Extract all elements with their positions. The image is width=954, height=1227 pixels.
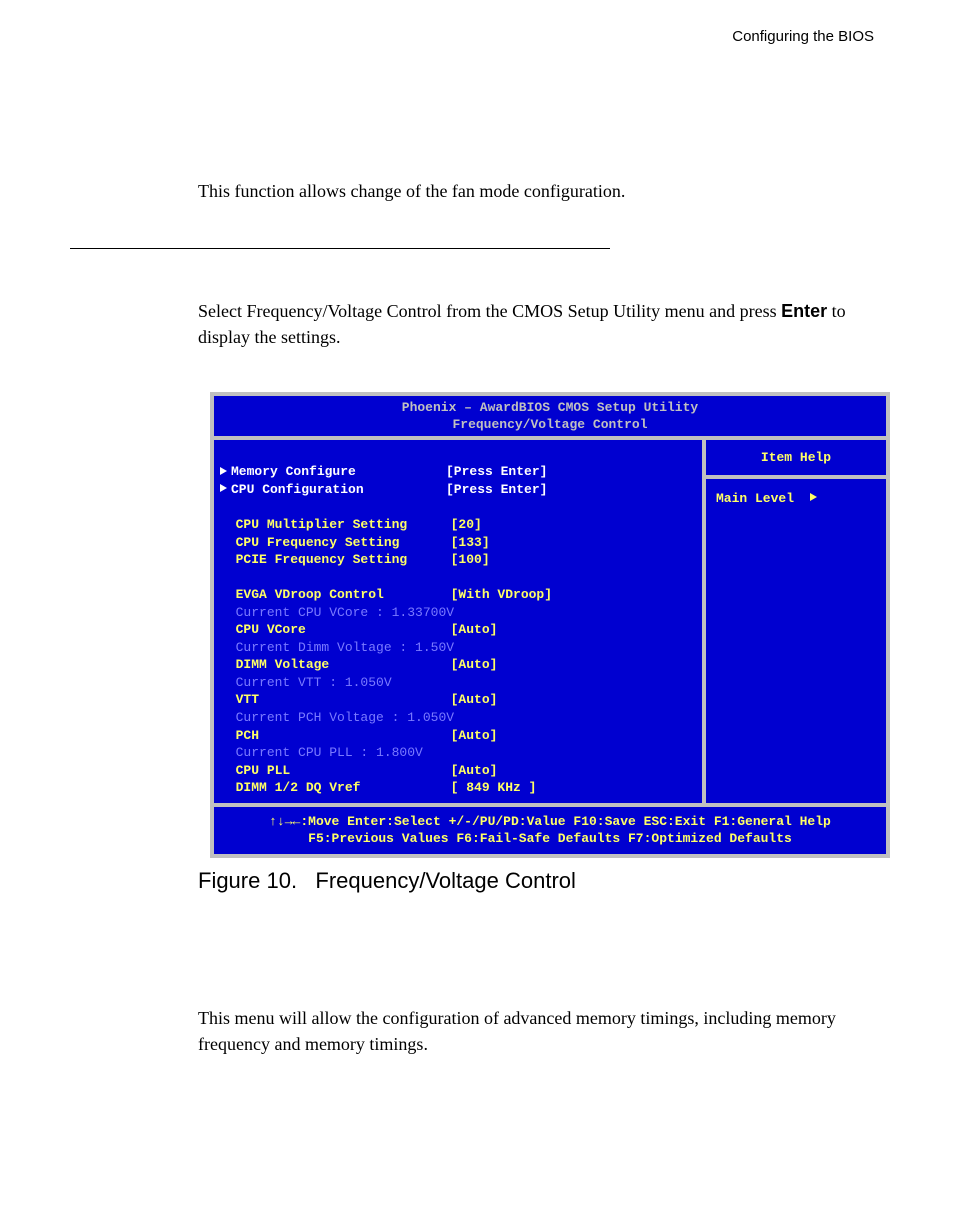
footer-line1: ↑↓→←:Move Enter:Select +/-/PU/PD:Value F… — [269, 814, 831, 829]
evga-vdroop-label[interactable]: EVGA VDroop Control — [236, 586, 451, 604]
pch-value[interactable]: [Auto] — [451, 727, 498, 745]
dimm-voltage-label[interactable]: DIMM Voltage — [236, 656, 451, 674]
main-level-label: Main Level — [716, 491, 794, 506]
figure-title: Frequency/Voltage Control — [315, 868, 576, 893]
bios-left-pane: Memory Configure[Press Enter] CPU Config… — [214, 440, 702, 803]
cpu-configuration-value[interactable]: [Press Enter] — [446, 481, 547, 499]
triangle-right-icon — [810, 493, 817, 501]
cpu-vcore-value[interactable]: [Auto] — [451, 621, 498, 639]
instruction-paragraph: Select Frequency/Voltage Control from th… — [198, 298, 888, 350]
memory-configure-value[interactable]: [Press Enter] — [446, 463, 547, 481]
triangle-right-icon — [220, 484, 227, 492]
enter-key-label: Enter — [781, 301, 827, 321]
running-head: Configuring the BIOS — [732, 28, 874, 45]
vtt-label[interactable]: VTT — [236, 691, 451, 709]
bios-footer: ↑↓→←:Move Enter:Select +/-/PU/PD:Value F… — [214, 803, 886, 854]
instruction-text-1: Select Frequency/Voltage Control from th… — [198, 301, 781, 321]
bios-body: Memory Configure[Press Enter] CPU Config… — [214, 436, 886, 803]
dimm-voltage-value[interactable]: [Auto] — [451, 656, 498, 674]
vtt-value[interactable]: [Auto] — [451, 691, 498, 709]
dimm-dq-vref-value[interactable]: [ 849 KHz ] — [451, 779, 537, 797]
cpu-pll-value[interactable]: [Auto] — [451, 762, 498, 780]
dimm-dq-vref-label[interactable]: DIMM 1/2 DQ Vref — [236, 779, 451, 797]
cpu-pll-label[interactable]: CPU PLL — [236, 762, 451, 780]
pcie-frequency-label[interactable]: PCIE Frequency Setting — [236, 551, 451, 569]
cpu-frequency-value[interactable]: [133] — [451, 534, 490, 552]
current-pll-readout: Current CPU PLL : 1.800V — [236, 745, 423, 760]
current-pch-readout: Current PCH Voltage : 1.050V — [236, 710, 454, 725]
bios-right-pane: Item Help Main Level — [702, 440, 886, 803]
figure-caption: Figure 10. Frequency/Voltage Control — [198, 868, 576, 894]
pch-label[interactable]: PCH — [236, 727, 451, 745]
bios-title-line2: Frequency/Voltage Control — [452, 417, 647, 432]
current-vtt-readout: Current VTT : 1.050V — [236, 675, 392, 690]
intro-paragraph: This function allows change of the fan m… — [198, 178, 878, 204]
item-help-title: Item Help — [706, 440, 886, 479]
cpu-multiplier-label[interactable]: CPU Multiplier Setting — [236, 516, 451, 534]
divider — [70, 248, 610, 249]
cpu-configuration-label[interactable]: CPU Configuration — [231, 481, 446, 499]
evga-vdroop-value[interactable]: [With VDroop] — [451, 586, 552, 604]
cpu-multiplier-value[interactable]: [20] — [451, 516, 482, 534]
item-help-body: Main Level — [706, 479, 886, 518]
footer-line2: F5:Previous Values F6:Fail-Safe Defaults… — [308, 831, 792, 846]
current-dimm-readout: Current Dimm Voltage : 1.50V — [236, 640, 454, 655]
triangle-right-icon — [220, 467, 227, 475]
bios-title-line1: Phoenix – AwardBIOS CMOS Setup Utility — [402, 400, 698, 415]
pcie-frequency-value[interactable]: [100] — [451, 551, 490, 569]
figure-number: Figure 10. — [198, 868, 297, 893]
cpu-frequency-label[interactable]: CPU Frequency Setting — [236, 534, 451, 552]
memory-configure-label[interactable]: Memory Configure — [231, 463, 446, 481]
description-paragraph: This menu will allow the configuration o… — [198, 1005, 888, 1057]
bios-screen: Phoenix – AwardBIOS CMOS Setup Utility F… — [210, 392, 890, 858]
current-vcore-readout: Current CPU VCore : 1.33700V — [236, 605, 454, 620]
bios-title: Phoenix – AwardBIOS CMOS Setup Utility F… — [214, 396, 886, 436]
cpu-vcore-label[interactable]: CPU VCore — [236, 621, 451, 639]
